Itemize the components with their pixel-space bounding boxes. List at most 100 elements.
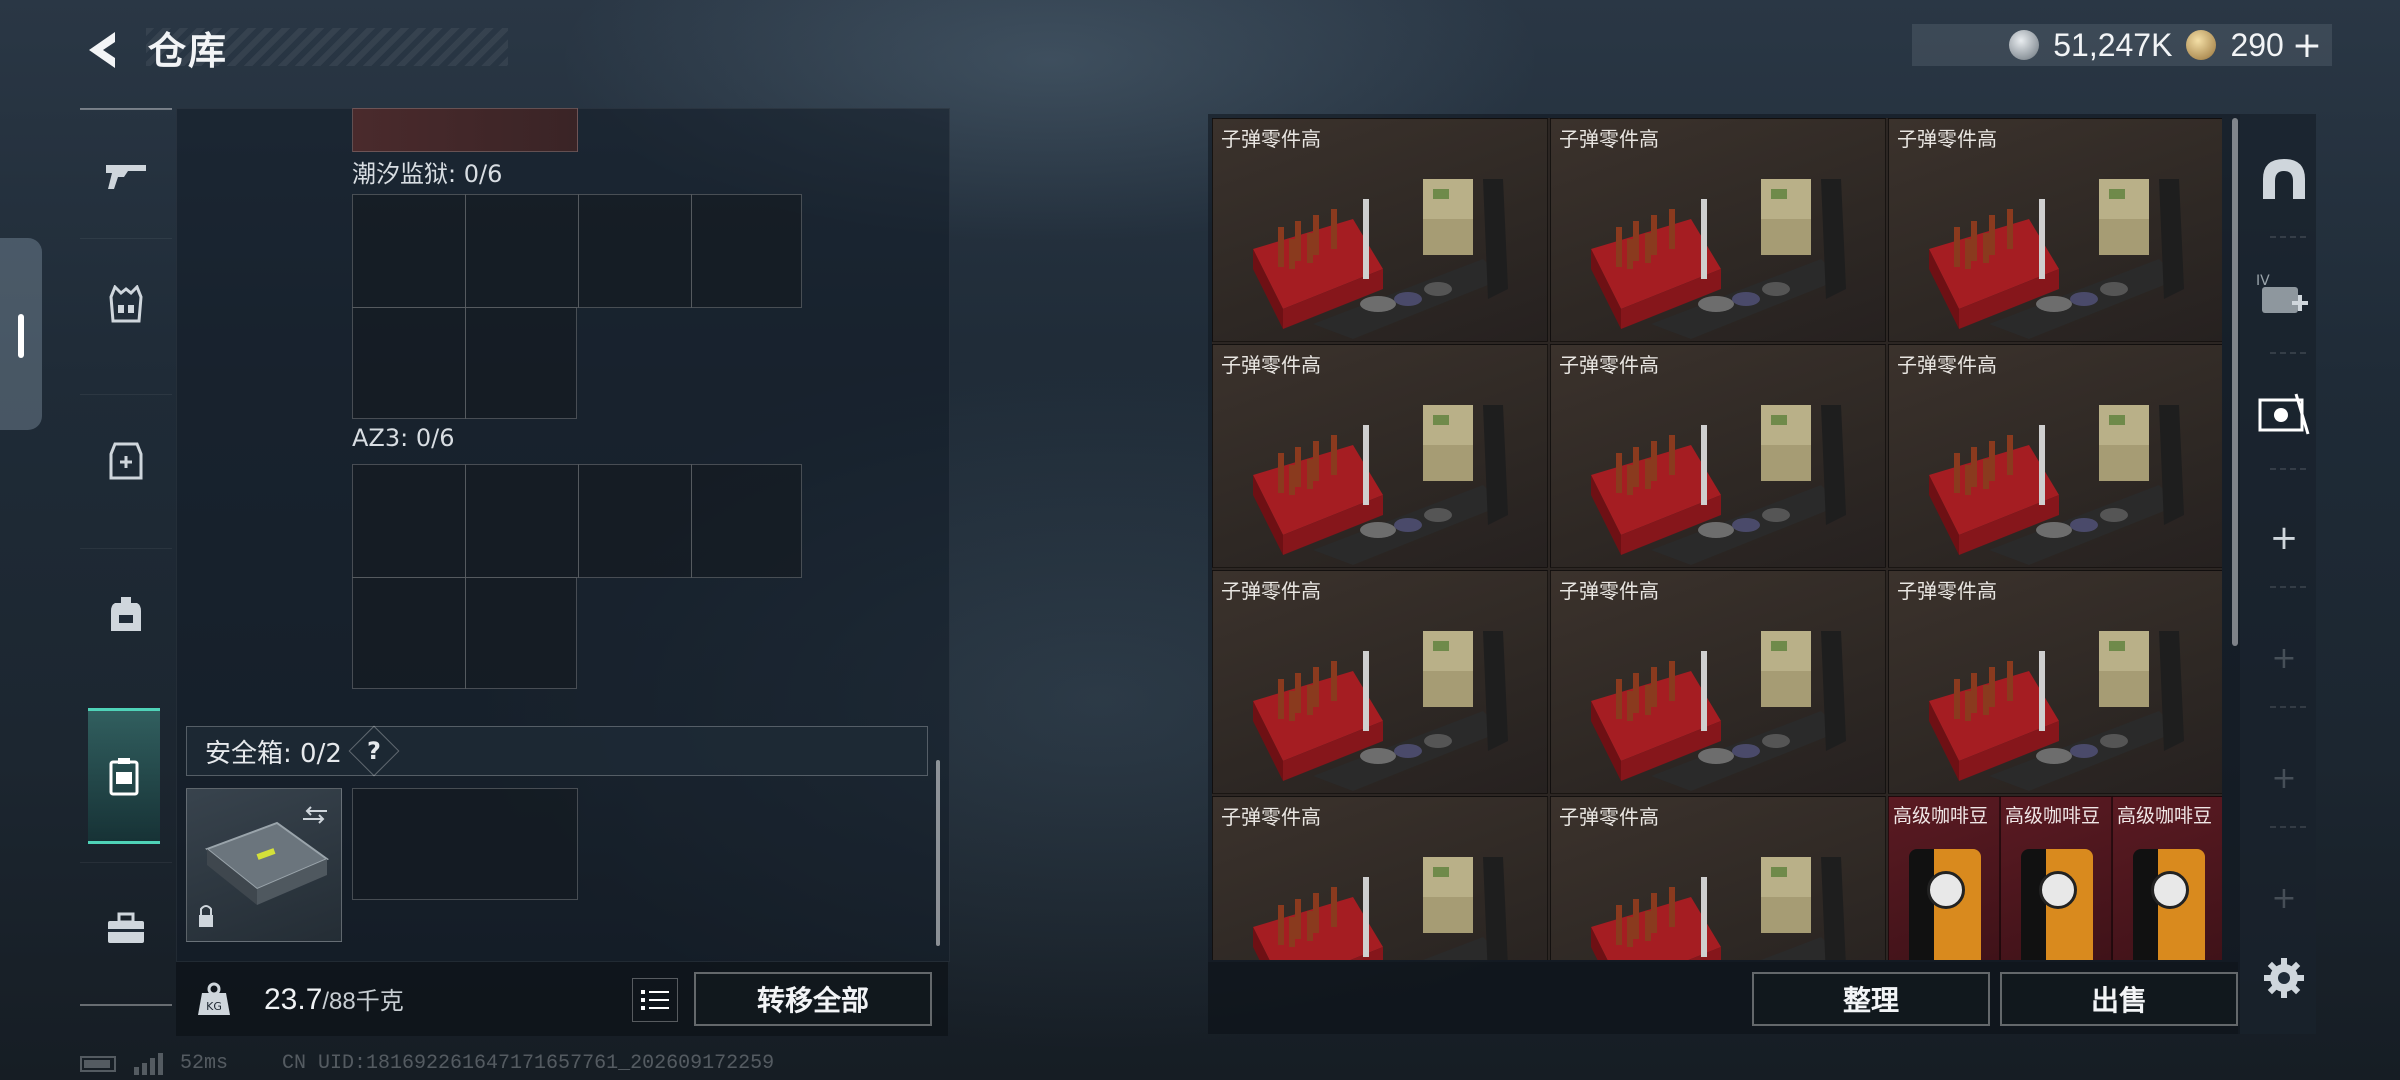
item-label: 子弹零件高 <box>1221 353 1321 377</box>
stash-item-ammo-parts[interactable]: 子弹零件高 <box>1212 344 1548 568</box>
partial-item[interactable] <box>352 108 578 152</box>
item-label: 子弹零件高 <box>1221 805 1321 829</box>
tape-icon <box>2258 393 2310 435</box>
stash-item-coffee[interactable]: 高级咖啡豆 <box>1888 796 2000 960</box>
nav-backpack[interactable] <box>80 548 172 679</box>
gold-amount: 290 <box>2230 26 2284 63</box>
help-icon: ? <box>366 736 381 765</box>
svg-text:IV: IV <box>2256 273 2270 289</box>
add-stash-tab-button[interactable]: + <box>2252 858 2316 938</box>
weight-icon: KG <box>198 982 230 1015</box>
tool-stash-tab[interactable] <box>2252 138 2316 218</box>
stash-item-coffee[interactable]: 高级咖啡豆 <box>2000 796 2112 960</box>
item-label: 高级咖啡豆 <box>2117 805 2213 827</box>
sort-button[interactable]: 整理 <box>1752 972 1990 1026</box>
slot[interactable] <box>352 307 466 419</box>
side-drawer-handle[interactable] <box>0 238 42 430</box>
plus-icon: + <box>2269 518 2299 558</box>
safe-case-icon <box>199 806 330 927</box>
stash-item-ammo-parts[interactable]: 子弹零件高 <box>1212 796 1548 960</box>
add-stash-tab-button[interactable]: + <box>2252 498 2316 578</box>
stash-item-coffee[interactable]: 高级咖啡豆 <box>2112 796 2222 960</box>
nav-tools[interactable] <box>80 862 172 993</box>
settings-button[interactable] <box>2252 938 2316 1018</box>
back-button[interactable] <box>76 24 126 76</box>
stash-item-ammo-parts[interactable]: 子弹零件高 <box>1550 570 1886 794</box>
slot[interactable] <box>352 464 466 578</box>
slot[interactable] <box>465 307 577 419</box>
currency-bar[interactable]: 51,247K 290 + <box>1912 24 2332 66</box>
safe-box-label: 安全箱: 0/2 <box>205 738 342 769</box>
stash-item-ammo-parts[interactable]: 子弹零件高 <box>1888 118 2222 342</box>
battery-icon <box>80 1055 116 1072</box>
divider <box>2270 468 2306 470</box>
safe-box-item[interactable] <box>186 788 342 942</box>
stash-item-ammo-parts[interactable]: 子弹零件高 <box>1550 796 1886 960</box>
list-icon <box>641 990 669 1010</box>
stash-scrollbar[interactable] <box>2232 118 2238 646</box>
nav-chest-rig[interactable] <box>80 394 172 525</box>
tool-medical-tab[interactable]: IV <box>2252 254 2316 334</box>
safe-box-header: 安全箱: 0/2 ? <box>186 725 928 777</box>
item-label: 高级咖啡豆 <box>2005 805 2101 827</box>
tool-insurance-tab[interactable] <box>2252 374 2316 454</box>
signal-icon <box>134 1052 163 1075</box>
safe-slot[interactable] <box>352 788 578 900</box>
slot[interactable] <box>352 194 466 308</box>
stash-item-ammo-parts[interactable]: 子弹零件高 <box>1212 118 1548 342</box>
slot[interactable] <box>691 194 802 308</box>
slot[interactable] <box>578 194 692 308</box>
ammo-parts-icon <box>1929 179 2184 339</box>
stash-item-ammo-parts[interactable]: 子弹零件高 <box>1550 118 1886 342</box>
divider <box>2270 236 2306 238</box>
weight-readout: 23.7/88千克 <box>264 981 404 1017</box>
stash-item-ammo-parts[interactable]: 子弹零件高 <box>1888 570 2222 794</box>
arch-icon <box>2263 159 2305 199</box>
sell-button[interactable]: 出售 <box>2000 972 2238 1026</box>
toolbox-icon <box>108 912 144 943</box>
ammo-parts-icon <box>1929 631 2184 791</box>
ammo-parts-icon <box>1253 857 1508 960</box>
transfer-all-button[interactable]: 转移全部 <box>694 972 932 1026</box>
ammo-parts-icon <box>1591 631 1846 791</box>
divider <box>2270 706 2306 708</box>
gear-icon <box>2264 958 2304 998</box>
add-stash-tab-button[interactable]: + <box>2252 618 2316 698</box>
slot[interactable] <box>578 464 692 578</box>
stash-item-ammo-parts[interactable]: 子弹零件高 <box>1888 344 2222 568</box>
item-label: 子弹零件高 <box>1897 353 1997 377</box>
svg-text:KG: KG <box>206 1000 222 1013</box>
plus-icon: + <box>2271 640 2297 676</box>
nav-armor[interactable] <box>80 238 172 369</box>
stash-item-ammo-parts[interactable]: 子弹零件高 <box>1212 570 1548 794</box>
ammo-parts-icon <box>1591 857 1846 960</box>
uid-text: CN UID:18169226164717165776​1_2026091722… <box>282 1052 775 1075</box>
plus-icon: + <box>2271 880 2297 916</box>
page-title: 仓库 <box>148 28 229 73</box>
stash-item-ammo-parts[interactable]: 子弹零件高 <box>1550 344 1886 568</box>
weight-max: /88千克 <box>322 988 404 1015</box>
slot[interactable] <box>465 577 577 689</box>
slot[interactable] <box>465 194 579 308</box>
ammo-parts-icon <box>1253 179 1508 339</box>
slot[interactable] <box>691 464 802 578</box>
item-label: 子弹零件高 <box>1559 805 1659 829</box>
help-button[interactable]: ? <box>348 725 400 777</box>
slot[interactable] <box>465 464 579 578</box>
container-label-2: AZ3: 0/6 <box>352 424 455 452</box>
item-label: 子弹零件高 <box>1559 353 1659 377</box>
nav-weapon[interactable] <box>80 108 172 239</box>
add-currency-button[interactable]: + <box>2292 25 2322 66</box>
ammo-parts-icon <box>1929 405 2184 565</box>
weight-current: 23.7 <box>264 983 323 1016</box>
list-view-button[interactable] <box>632 978 678 1022</box>
item-label: 子弹零件高 <box>1897 127 1997 151</box>
left-scrollbar[interactable] <box>936 760 940 946</box>
slot[interactable] <box>352 577 466 689</box>
nav-safe-box[interactable] <box>88 708 160 844</box>
coffee-bag-icon <box>2021 849 2093 960</box>
add-stash-tab-button[interactable]: + <box>2252 738 2316 818</box>
safe-box-icon <box>109 758 139 796</box>
divider <box>80 1004 172 1006</box>
container-label-1: 潮汐监狱: 0/6 <box>352 160 503 188</box>
